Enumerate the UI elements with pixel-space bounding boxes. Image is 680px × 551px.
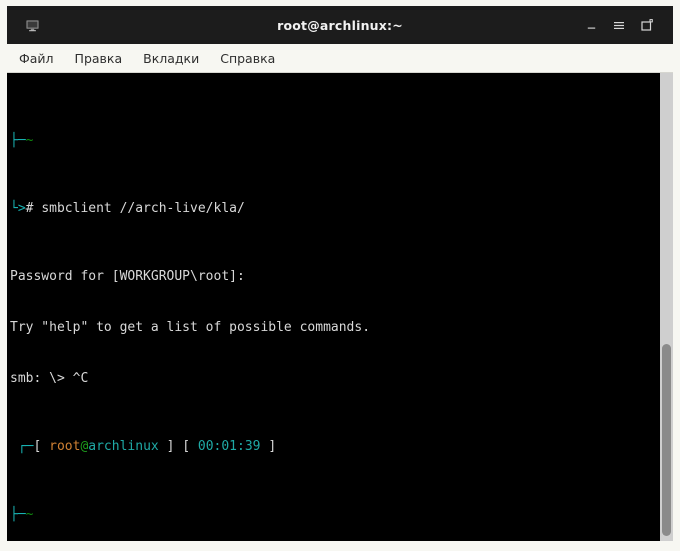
terminal-window: root@archlinux:~ Файл Правка Вкладки Спр… (7, 6, 673, 541)
prompt-host: archlinux (88, 439, 159, 454)
scrollbar-thumb[interactable] (662, 344, 671, 537)
branch-tee-glyph: ├─ (10, 507, 26, 522)
output-try-help: Try "help" to get a list of possible com… (10, 320, 371, 335)
prompt-user: root (49, 439, 81, 454)
prompt-header-1: ┌─[ root@archlinux ] [ 00:01:39 ] (10, 438, 660, 455)
prompt-timestamp-1: 00:01:39 (197, 439, 261, 454)
menu-file[interactable]: Файл (19, 51, 54, 66)
screen: root@archlinux:~ Файл Правка Вкладки Спр… (0, 0, 680, 551)
cwd-label: ~ (25, 507, 34, 522)
menu-bar: Файл Правка Вкладки Справка (7, 44, 673, 72)
bracket-close-time: ] (268, 439, 277, 454)
terminal-scrollbar[interactable] (660, 73, 673, 541)
maximize-button[interactable] (639, 17, 655, 33)
prompt-cwd-line: ├─~ (10, 132, 660, 149)
menu-edit[interactable]: Правка (75, 51, 123, 66)
command-text-1: smbclient //arch-live/kla/ (41, 201, 245, 216)
prompt-corner-glyph: └> (10, 201, 26, 216)
cwd-label: ~ (25, 133, 34, 148)
prompt-cwd-line-1: ├─~ (10, 506, 660, 523)
terminal-area[interactable]: ├─~ └># smbclient //arch-live/kla/ Passw… (7, 72, 673, 541)
branch-corner-glyph: ┌─ (10, 439, 34, 454)
terminal-icon (21, 14, 43, 36)
window-title: root@archlinux:~ (277, 17, 403, 33)
menu-button[interactable] (611, 17, 627, 33)
branch-tee-glyph: ├─ (10, 133, 26, 148)
title-bar[interactable]: root@archlinux:~ (7, 6, 673, 44)
menu-help[interactable]: Справка (220, 51, 275, 66)
menu-tabs[interactable]: Вкладки (143, 51, 199, 66)
minimize-button[interactable] (583, 17, 599, 33)
output-password-1: Password for [WORKGROUP\root]: (10, 269, 245, 284)
command-line-1: └># smbclient //arch-live/kla/ (10, 200, 660, 217)
terminal-output[interactable]: ├─~ └># smbclient //arch-live/kla/ Passw… (7, 73, 660, 532)
window-controls (583, 17, 665, 33)
bracket-open-time: [ (182, 439, 191, 454)
output-smb-prompt: smb: \> ^C (10, 371, 89, 386)
